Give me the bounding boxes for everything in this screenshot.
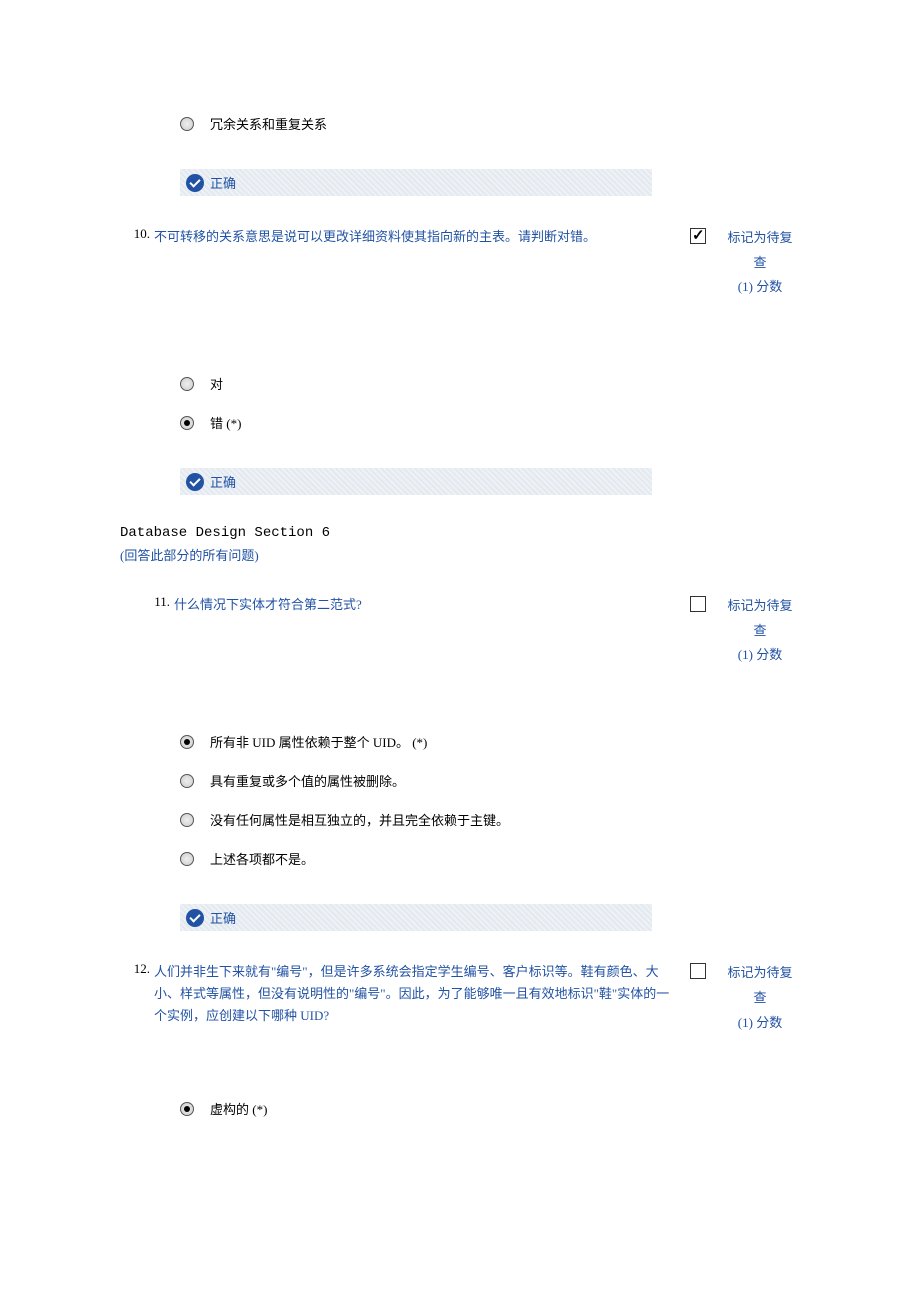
radio-icon[interactable]: [180, 1102, 194, 1116]
mark-review-line3: (1) 分数: [720, 275, 800, 300]
option-text: 冗余关系和重复关系: [210, 108, 327, 139]
radio-icon[interactable]: [180, 117, 194, 131]
mark-review-label: 标记为待复 查 (1) 分数: [720, 594, 800, 668]
option-row[interactable]: 错 (*): [180, 407, 800, 438]
mark-review-line2: 查: [720, 251, 800, 276]
radio-icon[interactable]: [180, 774, 194, 788]
option-row[interactable]: 没有任何属性是相互独立的，并且完全依赖于主键。: [180, 804, 800, 835]
mark-review-line2: 查: [720, 619, 800, 644]
option-row[interactable]: 上述各项都不是。: [180, 843, 800, 874]
option-row[interactable]: 对: [180, 368, 800, 399]
option-row[interactable]: 所有非 UID 属性依赖于整个 UID。 (*): [180, 726, 800, 757]
radio-icon[interactable]: [180, 735, 194, 749]
mark-review-block: 标记为待复 查 (1) 分数: [690, 961, 800, 1035]
question-number: 10.: [120, 226, 150, 242]
mark-review-block: 标记为待复 查 (1) 分数: [690, 594, 800, 668]
mark-review-label: 标记为待复 查 (1) 分数: [720, 961, 800, 1035]
option-row[interactable]: 具有重复或多个值的属性被删除。: [180, 765, 800, 796]
check-icon: [186, 473, 204, 491]
mark-review-line1: 标记为待复: [720, 594, 800, 619]
correct-feedback: 正确: [180, 169, 652, 196]
section-title: Database Design Section 6: [120, 525, 800, 541]
radio-icon[interactable]: [180, 377, 194, 391]
option-text: 虚构的 (*): [210, 1093, 267, 1124]
option-text: 没有任何属性是相互独立的，并且完全依赖于主键。: [210, 804, 509, 835]
question-text: 什么情况下实体才符合第二范式?: [174, 594, 682, 616]
correct-label: 正确: [210, 472, 236, 491]
radio-icon[interactable]: [180, 852, 194, 866]
option-text: 上述各项都不是。: [210, 843, 314, 874]
question-text: 人们并非生下来就有"编号"，但是许多系统会指定学生编号、客户标识等。鞋有颜色、大…: [154, 961, 682, 1027]
question-11: 11. 什么情况下实体才符合第二范式? 标记为待复 查 (1) 分数: [140, 594, 800, 668]
mark-review-block: 标记为待复 查 (1) 分数: [690, 226, 800, 300]
mark-review-line3: (1) 分数: [720, 1011, 800, 1036]
mark-review-line1: 标记为待复: [720, 226, 800, 251]
question-text: 不可转移的关系意思是说可以更改详细资料使其指向新的主表。请判断对错。: [154, 226, 682, 248]
mark-review-checkbox[interactable]: [690, 596, 706, 612]
mark-review-line3: (1) 分数: [720, 643, 800, 668]
question-number: 11.: [140, 594, 170, 610]
option-text: 错 (*): [210, 407, 241, 438]
check-icon: [186, 174, 204, 192]
radio-icon[interactable]: [180, 813, 194, 827]
correct-feedback: 正确: [180, 904, 652, 931]
section-subtitle: (回答此部分的所有问题): [120, 545, 800, 564]
mark-review-checkbox[interactable]: [690, 963, 706, 979]
option-row[interactable]: 虚构的 (*): [180, 1093, 800, 1124]
option-text: 所有非 UID 属性依赖于整个 UID。 (*): [210, 726, 427, 757]
question-12: 12. 人们并非生下来就有"编号"，但是许多系统会指定学生编号、客户标识等。鞋有…: [120, 961, 800, 1035]
mark-review-line2: 查: [720, 986, 800, 1011]
check-icon: [186, 909, 204, 927]
mark-review-label: 标记为待复 查 (1) 分数: [720, 226, 800, 300]
question-10: 10. 不可转移的关系意思是说可以更改详细资料使其指向新的主表。请判断对错。 标…: [120, 226, 800, 300]
quiz-page: 冗余关系和重复关系 正确 10. 不可转移的关系意思是说可以更改详细资料使其指向…: [0, 0, 920, 1192]
option-row[interactable]: 冗余关系和重复关系: [180, 108, 800, 139]
mark-review-line1: 标记为待复: [720, 961, 800, 986]
correct-label: 正确: [210, 173, 236, 192]
correct-feedback: 正确: [180, 468, 652, 495]
mark-review-checkbox[interactable]: [690, 228, 706, 244]
option-text: 对: [210, 368, 223, 399]
radio-icon[interactable]: [180, 416, 194, 430]
option-text: 具有重复或多个值的属性被删除。: [210, 765, 405, 796]
correct-label: 正确: [210, 908, 236, 927]
question-number: 12.: [120, 961, 150, 977]
